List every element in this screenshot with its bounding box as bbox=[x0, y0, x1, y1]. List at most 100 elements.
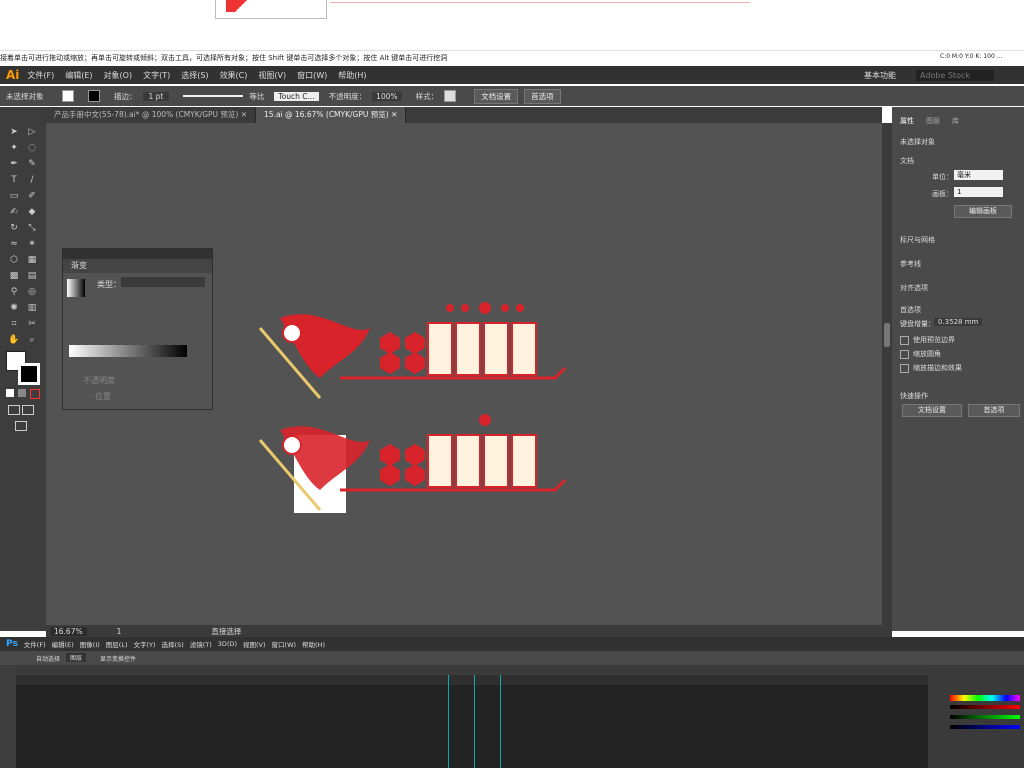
graph-icon[interactable]: ▥ bbox=[26, 303, 38, 313]
stroke-color-icon[interactable] bbox=[18, 363, 40, 385]
puppet-icon[interactable]: ✶ bbox=[26, 239, 38, 249]
ps-menu-help[interactable]: 帮助(H) bbox=[302, 639, 325, 649]
draw-mode-icon[interactable] bbox=[8, 405, 20, 415]
hand-icon[interactable]: ✋ bbox=[8, 335, 20, 345]
tab-layers[interactable]: 图层 bbox=[926, 116, 940, 126]
magic-wand-icon[interactable]: ✦ bbox=[8, 143, 20, 153]
color-mode-icon[interactable] bbox=[6, 389, 14, 397]
perspective-icon[interactable]: ▦ bbox=[26, 255, 38, 265]
ps-menu-type[interactable]: 文字(Y) bbox=[134, 639, 156, 649]
gradient-icon[interactable]: ▤ bbox=[26, 271, 38, 281]
color-slider[interactable] bbox=[950, 705, 1020, 709]
color-spectrum[interactable] bbox=[950, 695, 1020, 701]
doc-setup-button[interactable]: 文档设置 bbox=[902, 404, 962, 417]
panel-header[interactable] bbox=[63, 249, 212, 259]
eraser-icon[interactable]: ◆ bbox=[26, 207, 38, 217]
ps-menu-filter[interactable]: 滤镜(T) bbox=[190, 639, 212, 649]
artboard-select[interactable]: 1 bbox=[954, 187, 1003, 197]
ps-menu-image[interactable]: 图像(I) bbox=[80, 639, 100, 649]
tab-libraries[interactable]: 库 bbox=[952, 116, 959, 126]
style-swatch[interactable] bbox=[444, 90, 457, 102]
rotate-icon[interactable]: ↻ bbox=[8, 223, 20, 233]
stroke-weight-input[interactable]: 1 pt bbox=[142, 91, 170, 101]
ps-menu-edit[interactable]: 编辑(E) bbox=[52, 639, 74, 649]
zoom-field[interactable]: 16.67% bbox=[50, 626, 87, 636]
shape-builder-icon[interactable]: ⬡ bbox=[8, 255, 20, 265]
menu-type[interactable]: 文字(T) bbox=[143, 70, 170, 81]
type-select[interactable] bbox=[121, 277, 205, 287]
shaper-icon[interactable]: ✍ bbox=[8, 207, 20, 217]
prefs-button[interactable]: 首选项 bbox=[968, 404, 1020, 417]
stroke-swatch[interactable] bbox=[88, 90, 100, 102]
menu-file[interactable]: 文件(F) bbox=[27, 70, 54, 81]
ps-menu-file[interactable]: 文件(F) bbox=[24, 639, 46, 649]
tab-product-manual[interactable]: 产品手册中文(55-78).ai* @ 100% (CMYK/GPU 预览) ✕ bbox=[46, 107, 257, 123]
selection-tool-icon[interactable]: ➤ bbox=[8, 127, 20, 137]
opacity-input[interactable]: 100% bbox=[372, 91, 402, 101]
workspace-switcher[interactable]: 基本功能 bbox=[864, 70, 896, 81]
zoom-icon[interactable]: ⌕ bbox=[26, 335, 38, 345]
uniform-profile[interactable]: 等比 bbox=[249, 91, 264, 102]
menu-help[interactable]: 帮助(H) bbox=[338, 70, 366, 81]
color-slider[interactable] bbox=[950, 715, 1020, 719]
vertical-scrollbar[interactable] bbox=[882, 123, 892, 631]
unit-select[interactable]: 毫米 bbox=[954, 170, 1003, 180]
ps-menu-window[interactable]: 窗口(W) bbox=[272, 639, 297, 649]
tab-15-ai[interactable]: 15.ai @ 16.67% (CMYK/GPU 预览) ✕ bbox=[256, 107, 407, 123]
guide-line[interactable] bbox=[448, 675, 449, 768]
rectangle-icon[interactable]: ▭ bbox=[8, 191, 20, 201]
ps-menu-select[interactable]: 选择(S) bbox=[162, 639, 184, 649]
gradient-preview[interactable] bbox=[67, 279, 85, 297]
doc-setup-button[interactable]: 文档设置 bbox=[474, 88, 519, 104]
page-field[interactable]: 1 bbox=[117, 627, 122, 636]
preview-bounds-checkbox[interactable]: 使用预览边界 bbox=[900, 335, 955, 345]
auto-select-target[interactable]: 图层 bbox=[66, 653, 87, 662]
color-slider[interactable] bbox=[950, 725, 1020, 729]
pen-icon[interactable]: ✒ bbox=[8, 159, 20, 169]
ps-document-tabs[interactable] bbox=[16, 665, 928, 675]
fill-swatch[interactable] bbox=[62, 90, 74, 102]
auto-select-checkbox[interactable]: 自动选择 bbox=[36, 654, 60, 663]
gradient-slider[interactable] bbox=[69, 345, 187, 357]
direct-selection-icon[interactable]: ▷ bbox=[26, 127, 38, 137]
guide-line[interactable] bbox=[500, 675, 501, 768]
ps-menu-layer[interactable]: 图层(L) bbox=[106, 639, 128, 649]
slice-icon[interactable]: ✂ bbox=[26, 319, 38, 329]
blend-icon[interactable]: ◎ bbox=[26, 287, 38, 297]
menu-edit[interactable]: 编辑(E) bbox=[65, 70, 92, 81]
guide-line[interactable] bbox=[474, 675, 475, 768]
menu-window[interactable]: 窗口(W) bbox=[297, 70, 327, 81]
ps-menu-3d[interactable]: 3D(D) bbox=[218, 640, 237, 648]
scale-corners-checkbox[interactable]: 缩放圆角 bbox=[900, 349, 941, 359]
menu-view[interactable]: 视图(V) bbox=[258, 70, 286, 81]
ps-menu-view[interactable]: 视图(V) bbox=[243, 639, 266, 649]
ps-canvas[interactable] bbox=[16, 685, 928, 768]
tab-properties[interactable]: 属性 bbox=[900, 116, 914, 126]
symbol-icon[interactable]: ✺ bbox=[8, 303, 20, 313]
scale-icon[interactable]: ⤡ bbox=[26, 223, 38, 233]
curvature-icon[interactable]: ✎ bbox=[26, 159, 38, 169]
line-icon[interactable]: / bbox=[26, 175, 38, 185]
edit-toolbar-icon[interactable] bbox=[15, 421, 27, 431]
none-mode-icon[interactable] bbox=[30, 389, 40, 399]
eyedropper-icon[interactable]: ⚲ bbox=[8, 287, 20, 297]
type-icon[interactable]: T bbox=[8, 175, 20, 185]
prefs-button[interactable]: 首选项 bbox=[524, 88, 561, 104]
lasso-icon[interactable]: ◌ bbox=[26, 143, 38, 153]
brush-select[interactable]: Touch C... bbox=[274, 91, 319, 101]
wall-design-artwork[interactable] bbox=[250, 298, 580, 528]
menu-effect[interactable]: 效果(C) bbox=[220, 70, 248, 81]
edit-artboard-button[interactable]: 编辑画板 bbox=[954, 205, 1012, 218]
menu-object[interactable]: 对象(O) bbox=[104, 70, 133, 81]
keyboard-increment-input[interactable]: 0.3528 mm bbox=[934, 318, 983, 326]
stock-search-input[interactable]: Adobe Stock bbox=[916, 69, 994, 81]
menu-select[interactable]: 选择(S) bbox=[181, 70, 208, 81]
show-transform-checkbox[interactable]: 显示变换控件 bbox=[100, 654, 136, 663]
gradient-mode-icon[interactable] bbox=[18, 389, 26, 397]
scale-strokes-checkbox[interactable]: 缩放描边和效果 bbox=[900, 363, 962, 373]
artboard-icon[interactable]: ⌗ bbox=[8, 319, 20, 329]
brush-icon[interactable]: ✐ bbox=[26, 191, 38, 201]
screen-mode-icon[interactable] bbox=[22, 405, 34, 415]
width-icon[interactable]: ≈ bbox=[8, 239, 20, 249]
mesh-icon[interactable]: ▩ bbox=[8, 271, 20, 281]
